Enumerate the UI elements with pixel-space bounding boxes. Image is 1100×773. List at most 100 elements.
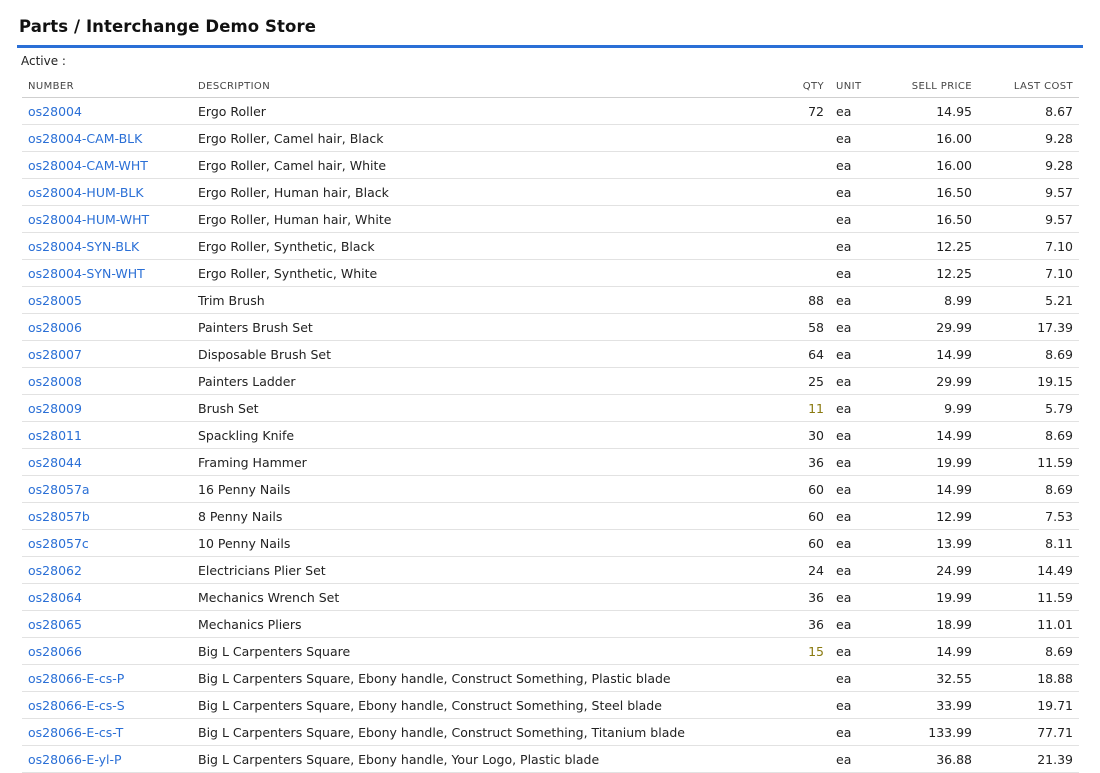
table-row[interactable]: os28011 Spackling Knife 30 ea 14.99 8.69	[22, 421, 1079, 449]
col-header-last-cost[interactable]: LAST COST	[978, 75, 1079, 98]
cell-description: Big L Carpenters Square, Ebony handle, C…	[192, 718, 772, 746]
part-number-link[interactable]: os28011	[28, 428, 82, 443]
part-number-link[interactable]: os28066-E-cs-T	[28, 725, 123, 740]
part-number-link[interactable]: os28057b	[28, 509, 90, 524]
cell-number: os28066-E-yl-P	[22, 745, 192, 773]
cell-last-cost: 5.79	[978, 394, 1079, 422]
cell-last-cost: 9.57	[978, 205, 1079, 233]
cell-last-cost: 8.11	[978, 529, 1079, 557]
table-row[interactable]: os28066 Big L Carpenters Square 15 ea 14.99 8…	[22, 637, 1079, 665]
cell-sell-price: 14.99	[880, 421, 978, 449]
table-row[interactable]: os28005 Trim Brush 88 ea 8.99 5.21	[22, 286, 1079, 314]
table-row[interactable]: os28009 Brush Set 11 ea 9.99 5.79	[22, 394, 1079, 422]
part-number-link[interactable]: os28004-HUM-BLK	[28, 185, 144, 200]
part-number-link[interactable]: os28007	[28, 347, 82, 362]
cell-unit: ea	[830, 610, 880, 638]
part-number-link[interactable]: os28004-HUM-WHT	[28, 212, 149, 227]
active-filter-label: Active :	[21, 54, 66, 68]
cell-qty	[772, 718, 830, 746]
cell-number: os28006	[22, 313, 192, 341]
table-row[interactable]: os28044 Framing Hammer 36 ea 19.99 11.59	[22, 448, 1079, 476]
cell-sell-price: 29.99	[880, 367, 978, 395]
cell-unit: ea	[830, 637, 880, 665]
table-row[interactable]: os28057c 10 Penny Nails 60 ea 13.99 8.11	[22, 529, 1079, 557]
cell-last-cost: 9.28	[978, 151, 1079, 179]
col-header-qty[interactable]: QTY	[772, 75, 830, 98]
cell-last-cost: 9.28	[978, 124, 1079, 152]
cell-number: os28064	[22, 583, 192, 611]
cell-unit: ea	[830, 718, 880, 746]
part-number-link[interactable]: os28004	[28, 104, 82, 119]
table-row[interactable]: os28008 Painters Ladder 25 ea 29.99 19.15	[22, 367, 1079, 395]
table-row[interactable]: os28004-SYN-BLK Ergo Roller, Synthetic, B…	[22, 232, 1079, 260]
part-number-link[interactable]: os28064	[28, 590, 82, 605]
cell-description: Trim Brush	[192, 286, 772, 314]
table-row[interactable]: os28064 Mechanics Wrench Set 36 ea 19.99 11.5…	[22, 583, 1079, 611]
col-header-sell-price[interactable]: SELL PRICE	[880, 75, 978, 98]
table-row[interactable]: os28004-CAM-WHT Ergo Roller, Camel hair, …	[22, 151, 1079, 179]
cell-unit: ea	[830, 583, 880, 611]
cell-unit: ea	[830, 151, 880, 179]
cell-unit: ea	[830, 97, 880, 125]
cell-number: os28062	[22, 556, 192, 584]
cell-qty: 36	[772, 610, 830, 638]
cell-description: Big L Carpenters Square, Ebony handle, C…	[192, 664, 772, 692]
col-header-number[interactable]: NUMBER	[22, 75, 192, 98]
part-number-link[interactable]: os28057c	[28, 536, 89, 551]
cell-description: Ergo Roller, Camel hair, White	[192, 151, 772, 179]
title-divider	[17, 45, 1083, 48]
part-number-link[interactable]: os28057a	[28, 482, 90, 497]
part-number-link[interactable]: os28004-SYN-BLK	[28, 239, 139, 254]
cell-qty: 60	[772, 502, 830, 530]
cell-qty: 25	[772, 367, 830, 395]
table-row[interactable]: os28007 Disposable Brush Set 64 ea 14.99 8.69	[22, 340, 1079, 368]
table-row[interactable]: os28066-E-cs-P Big L Carpenters Square, E…	[22, 664, 1079, 692]
cell-unit: ea	[830, 421, 880, 449]
table-row[interactable]: os28065 Mechanics Pliers 36 ea 18.99 11.01	[22, 610, 1079, 638]
table-row[interactable]: os28004 Ergo Roller 72 ea 14.95 8.67	[22, 97, 1079, 125]
part-number-link[interactable]: os28044	[28, 455, 82, 470]
cell-sell-price: 14.99	[880, 340, 978, 368]
cell-qty: 60	[772, 529, 830, 557]
part-number-link[interactable]: os28065	[28, 617, 82, 632]
part-number-link[interactable]: os28008	[28, 374, 82, 389]
table-row[interactable]: os28004-HUM-WHT Ergo Roller, Human hair, …	[22, 205, 1079, 233]
cell-last-cost: 8.69	[978, 475, 1079, 503]
table-row[interactable]: os28066-E-cs-S Big L Carpenters Square, E…	[22, 691, 1079, 719]
col-header-unit[interactable]: UNIT	[830, 75, 880, 98]
col-header-description[interactable]: DESCRIPTION	[192, 75, 772, 98]
cell-qty	[772, 151, 830, 179]
cell-unit: ea	[830, 205, 880, 233]
cell-qty: 64	[772, 340, 830, 368]
table-row[interactable]: os28004-CAM-BLK Ergo Roller, Camel hair, …	[22, 124, 1079, 152]
cell-qty	[772, 691, 830, 719]
part-number-link[interactable]: os28004-SYN-WHT	[28, 266, 145, 281]
cell-last-cost: 77.71	[978, 718, 1079, 746]
part-number-link[interactable]: os28005	[28, 293, 82, 308]
part-number-link[interactable]: os28066	[28, 644, 82, 659]
cell-unit: ea	[830, 529, 880, 557]
part-number-link[interactable]: os28004-CAM-BLK	[28, 131, 142, 146]
table-row[interactable]: os28006 Painters Brush Set 58 ea 29.99 17.39	[22, 313, 1079, 341]
table-row[interactable]: os28004-SYN-WHT Ergo Roller, Synthetic, W…	[22, 259, 1079, 287]
part-number-link[interactable]: os28009	[28, 401, 82, 416]
part-number-link[interactable]: os28066-E-yl-P	[28, 752, 122, 767]
table-row[interactable]: os28066-E-cs-T Big L Carpenters Square, E…	[22, 718, 1079, 746]
table-row[interactable]: os28066-E-yl-P Big L Carpenters Square, E…	[22, 745, 1079, 773]
part-number-link[interactable]: os28006	[28, 320, 82, 335]
part-number-link[interactable]: os28062	[28, 563, 82, 578]
table-row[interactable]: os28062 Electricians Plier Set 24 ea 24.99 14…	[22, 556, 1079, 584]
cell-unit: ea	[830, 124, 880, 152]
table-row[interactable]: os28057b 8 Penny Nails 60 ea 12.99 7.53	[22, 502, 1079, 530]
cell-unit: ea	[830, 178, 880, 206]
part-number-link[interactable]: os28066-E-cs-S	[28, 698, 125, 713]
cell-description: 16 Penny Nails	[192, 475, 772, 503]
table-row[interactable]: os28057a 16 Penny Nails 60 ea 14.99 8.69	[22, 475, 1079, 503]
part-number-link[interactable]: os28004-CAM-WHT	[28, 158, 148, 173]
cell-sell-price: 12.99	[880, 502, 978, 530]
table-row[interactable]: os28004-HUM-BLK Ergo Roller, Human hair, …	[22, 178, 1079, 206]
cell-last-cost: 7.10	[978, 259, 1079, 287]
cell-description: Spackling Knife	[192, 421, 772, 449]
cell-last-cost: 5.21	[978, 286, 1079, 314]
part-number-link[interactable]: os28066-E-cs-P	[28, 671, 124, 686]
